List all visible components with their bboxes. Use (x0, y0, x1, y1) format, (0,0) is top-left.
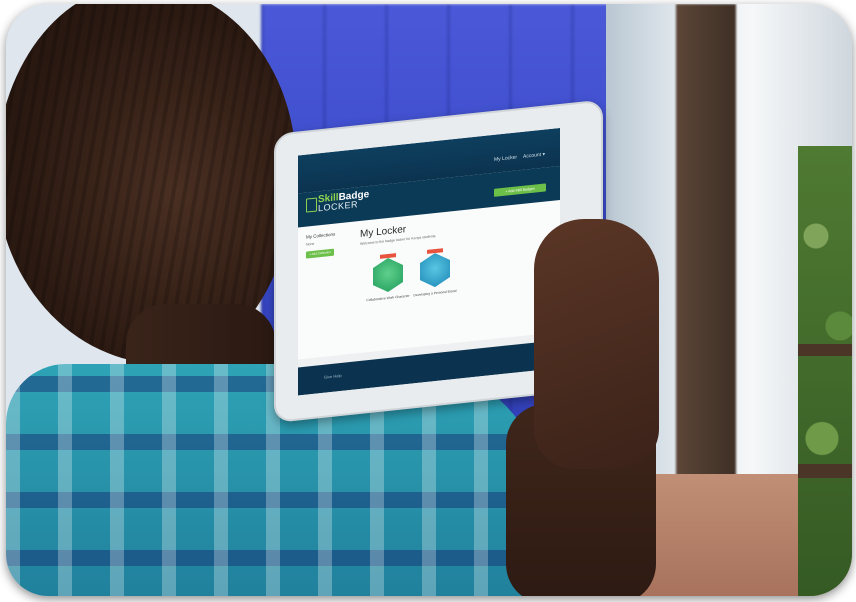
student-hand (534, 219, 659, 469)
nav-my-locker-link[interactable]: My Locker (494, 154, 517, 162)
photo-frame: My Locker Account ▾ SkillBadge LOCKER + … (6, 4, 852, 596)
nav-account-menu[interactable]: Account ▾ (523, 152, 545, 160)
fence-rail-lower (798, 464, 852, 478)
tablet-screen: My Locker Account ▾ SkillBadge LOCKER + … (298, 127, 560, 396)
fence-rail (798, 344, 852, 356)
plants-background (798, 146, 852, 596)
